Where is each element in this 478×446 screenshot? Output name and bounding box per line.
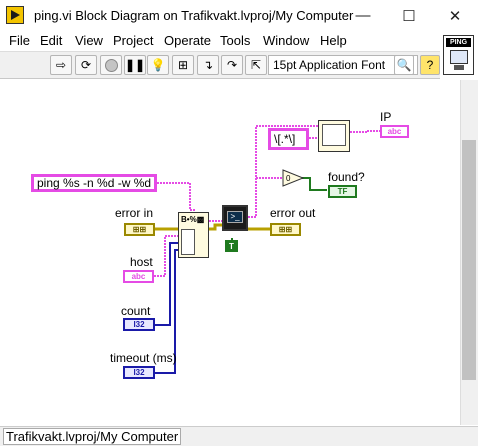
not-equal-empty-node[interactable]: 0 [282, 169, 304, 187]
project-context-label[interactable]: Trafikvakt.lvproj/My Computer [3, 428, 182, 445]
match-pattern-node[interactable] [318, 120, 350, 152]
found-terminal[interactable]: TF [328, 185, 357, 198]
format-into-string-node[interactable]: B•%▩ [178, 212, 209, 258]
format-node-inputs [181, 229, 195, 255]
scrollbar-thumb[interactable] [462, 140, 476, 380]
string-wire[interactable] [157, 182, 196, 211]
host-terminal[interactable]: abc [123, 270, 154, 283]
count-label: count [121, 304, 151, 318]
error-wire-mid[interactable] [209, 223, 222, 231]
found-label: found? [328, 170, 365, 184]
ip-label: IP [380, 110, 392, 124]
format-node-icon: B•%▩ [181, 215, 205, 224]
timeout-terminal[interactable]: I32 [123, 366, 155, 379]
found-wire[interactable] [302, 177, 327, 191]
count-terminal[interactable]: I32 [123, 318, 155, 331]
error-out-label: error out [270, 206, 316, 220]
format-string-constant[interactable]: ping %s -n %d -w %d [31, 174, 157, 192]
ip-wire[interactable] [350, 130, 380, 133]
error-in-label: error in [115, 206, 154, 220]
host-label: host [130, 255, 153, 269]
regex-constant[interactable]: \[.*\] [268, 128, 309, 150]
error-in-terminal[interactable]: ⊞⊞ [124, 223, 155, 236]
system-exec-node[interactable]: >_ [222, 205, 248, 231]
error-out-terminal[interactable]: ⊞⊞ [270, 223, 301, 236]
svg-text:0: 0 [286, 174, 291, 183]
command-prompt-icon: >_ [227, 211, 243, 223]
bool-constant[interactable]: T [225, 240, 238, 252]
match-pattern-icon [322, 124, 346, 146]
timeout-label: timeout (ms) [110, 351, 177, 365]
ip-terminal[interactable]: abc [380, 125, 409, 138]
